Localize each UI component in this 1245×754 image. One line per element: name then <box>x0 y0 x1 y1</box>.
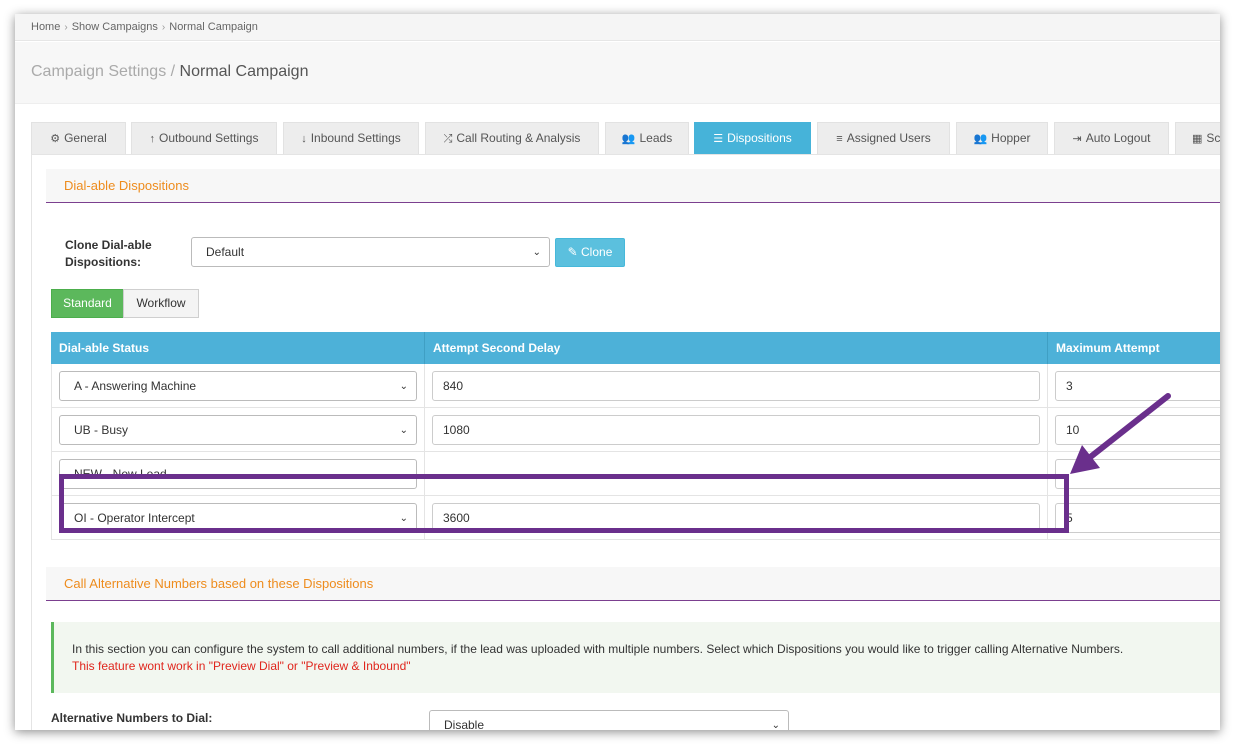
app-window: Home › Show Campaigns › Normal Campaign Camp… <box>15 14 1220 730</box>
annotation-arrow <box>1070 393 1171 474</box>
arrow-shaft <box>1081 393 1171 465</box>
